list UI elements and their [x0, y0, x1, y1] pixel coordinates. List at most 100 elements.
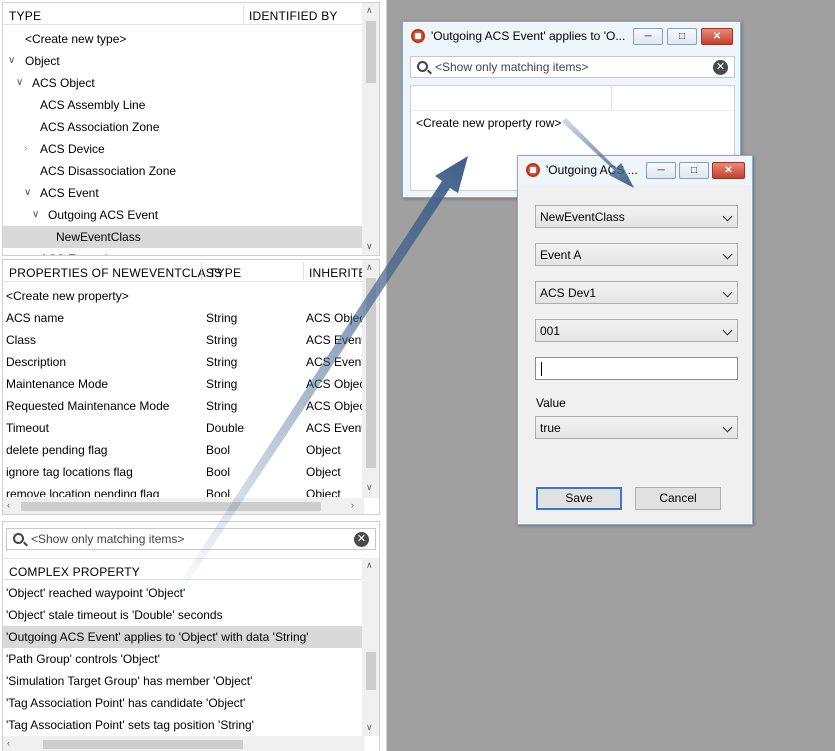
- tree-item-create-type[interactable]: <Create new type>: [3, 28, 363, 50]
- properties-scrollbar[interactable]: ∧ ∨: [362, 260, 379, 498]
- tree-item-object[interactable]: ∨ Object: [3, 50, 363, 72]
- chevron-down-icon: [722, 287, 733, 298]
- complex-row[interactable]: 'Simulation Target Group' has member 'Ob…: [3, 670, 363, 692]
- search-icon: [417, 61, 428, 72]
- dialog-title: 'Outgoing ACS Event' applies to 'O...: [431, 29, 626, 43]
- scrollbar-thumb[interactable]: [366, 652, 376, 690]
- class-select[interactable]: NewEventClass: [535, 205, 738, 228]
- scroll-down-icon[interactable]: ∨: [366, 482, 373, 493]
- cancel-button[interactable]: Cancel: [635, 487, 721, 510]
- properties-panel: PROPERTIES OF NEWEVENTCLASS TYPE INHERIT…: [2, 259, 380, 515]
- id-select[interactable]: 001: [535, 319, 738, 342]
- list-divider: [411, 110, 734, 111]
- type-tree-panel: TYPE IDENTIFIED BY <Create new type> ∨ O…: [2, 2, 380, 256]
- device-select[interactable]: ACS Dev1: [535, 281, 738, 304]
- property-row[interactable]: <Create new property>: [3, 285, 363, 307]
- scroll-left-icon[interactable]: ‹: [7, 500, 10, 510]
- save-button[interactable]: Save: [536, 487, 622, 510]
- property-row-editor-dialog: 'Outgoing ACS ... ─ □ ✕ NewEventClass Ev…: [517, 155, 753, 525]
- tree-item-acs-exception[interactable]: ACS Exception: [3, 248, 363, 255]
- scroll-down-icon[interactable]: ∨: [366, 241, 373, 252]
- chevron-right-icon[interactable]: ›: [24, 138, 27, 160]
- property-row[interactable]: Class String ACS Event: [3, 329, 365, 351]
- chevron-down-icon[interactable]: ∨: [24, 182, 31, 204]
- scrollbar-thumb[interactable]: [43, 740, 243, 749]
- scrollbar-thumb[interactable]: [21, 502, 321, 511]
- column-header-type[interactable]: TYPE: [9, 9, 41, 23]
- complex-row[interactable]: 'Tag Association Point' sets tag positio…: [3, 714, 363, 736]
- event-select[interactable]: Event A: [535, 243, 738, 266]
- create-property-row-item[interactable]: <Create new property row>: [416, 116, 561, 130]
- minimize-button[interactable]: ─: [646, 162, 676, 179]
- chevron-down-icon: [722, 325, 733, 336]
- tree-item-neweventclass[interactable]: NewEventClass: [3, 226, 363, 248]
- app-icon: [526, 163, 540, 177]
- clear-search-icon[interactable]: ✕: [354, 532, 369, 547]
- list-divider: [611, 86, 612, 110]
- tree-item-acs-device[interactable]: › ACS Device: [3, 138, 363, 160]
- dialog-title: 'Outgoing ACS ...: [546, 163, 638, 177]
- value-label: Value: [536, 396, 566, 410]
- close-button[interactable]: ✕: [712, 162, 745, 179]
- property-row[interactable]: Description String ACS Event: [3, 351, 365, 373]
- scroll-up-icon[interactable]: ∧: [366, 560, 373, 571]
- scrollbar-thumb[interactable]: [366, 21, 376, 83]
- tree-item-acs-object[interactable]: ∨ ACS Object: [3, 72, 363, 94]
- chevron-down-icon[interactable]: ∨: [32, 204, 39, 226]
- complex-row-selected[interactable]: 'Outgoing ACS Event' applies to 'Object'…: [3, 626, 363, 648]
- left-pane: TYPE IDENTIFIED BY <Create new type> ∨ O…: [0, 0, 387, 751]
- column-header-properties[interactable]: PROPERTIES OF NEWEVENTCLASS: [9, 266, 222, 280]
- chevron-down-icon: [722, 422, 733, 433]
- scroll-up-icon[interactable]: ∧: [366, 262, 373, 273]
- complex-header: COMPLEX PROPERTY: [3, 558, 379, 580]
- scroll-down-icon[interactable]: ∨: [366, 722, 373, 733]
- data-text-input[interactable]: [535, 357, 738, 380]
- value-select[interactable]: true: [535, 416, 738, 439]
- scroll-left-icon[interactable]: ‹: [7, 738, 10, 748]
- app-icon: [411, 29, 425, 43]
- complex-hscrollbar[interactable]: ‹: [3, 736, 364, 751]
- properties-header: PROPERTIES OF NEWEVENTCLASS TYPE INHERIT…: [3, 260, 379, 282]
- property-row[interactable]: Timeout Double ACS Event: [3, 417, 365, 439]
- dialog-search-input[interactable]: <Show only matching items> ✕: [410, 56, 735, 78]
- maximize-button[interactable]: □: [679, 162, 709, 179]
- complex-row[interactable]: 'Object' reached waypoint 'Object': [3, 582, 363, 604]
- property-row[interactable]: delete pending flag Bool Object: [3, 439, 363, 461]
- chevron-down-icon[interactable]: ∨: [8, 50, 15, 72]
- type-tree-scrollbar[interactable]: ∧ ∨: [362, 3, 379, 255]
- maximize-button[interactable]: □: [667, 28, 697, 45]
- complex-search-input[interactable]: <Show only matching items> ✕: [6, 528, 376, 550]
- tree-item-acs-assembly-line[interactable]: ACS Assembly Line: [3, 94, 363, 116]
- type-tree-header: TYPE IDENTIFIED BY: [3, 3, 379, 25]
- tree-item-outgoing-acs-event[interactable]: ∨ Outgoing ACS Event: [3, 204, 363, 226]
- scrollbar-thumb[interactable]: [366, 278, 376, 468]
- complex-row[interactable]: 'Tag Association Point' has candidate 'O…: [3, 692, 363, 714]
- scroll-up-icon[interactable]: ∧: [366, 5, 373, 16]
- dialog-body: NewEventClass Event A ACS Dev1 001 Value…: [519, 185, 751, 524]
- property-row[interactable]: ACS name String ACS Objec: [3, 307, 365, 329]
- minimize-button[interactable]: ─: [633, 28, 663, 45]
- property-row[interactable]: ignore tag locations flag Bool Object: [3, 461, 363, 483]
- column-header-type[interactable]: TYPE: [209, 266, 241, 280]
- chevron-down-icon[interactable]: ∨: [16, 72, 23, 94]
- chevron-down-icon: [722, 211, 733, 222]
- complex-property-panel: <Show only matching items> ✕ COMPLEX PRO…: [2, 521, 380, 751]
- text-caret: [541, 362, 542, 376]
- scroll-right-icon[interactable]: ›: [351, 500, 354, 510]
- tree-item-acs-event[interactable]: ∨ ACS Event: [3, 182, 363, 204]
- clear-search-icon[interactable]: ✕: [713, 60, 728, 75]
- property-row[interactable]: remove location pending flag Bool Object: [3, 483, 363, 497]
- column-header-identified-by[interactable]: IDENTIFIED BY: [249, 9, 338, 23]
- complex-row[interactable]: 'Path Group' controls 'Object': [3, 648, 363, 670]
- complex-row[interactable]: 'Object' stale timeout is 'Double' secon…: [3, 604, 363, 626]
- tree-item-acs-disassociation-zone[interactable]: ACS Disassociation Zone: [3, 160, 363, 182]
- close-button[interactable]: ✕: [701, 28, 733, 45]
- search-icon: [13, 533, 24, 544]
- column-header-complex-property[interactable]: COMPLEX PROPERTY: [9, 565, 140, 579]
- complex-scrollbar[interactable]: ∧ ∨: [362, 558, 379, 736]
- property-row[interactable]: Maintenance Mode String ACS Objec: [3, 373, 365, 395]
- properties-hscrollbar[interactable]: ‹ ›: [3, 498, 364, 514]
- tree-item-acs-association-zone[interactable]: ACS Association Zone: [3, 116, 363, 138]
- chevron-down-icon: [722, 249, 733, 260]
- property-row[interactable]: Requested Maintenance Mode String ACS Ob…: [3, 395, 365, 417]
